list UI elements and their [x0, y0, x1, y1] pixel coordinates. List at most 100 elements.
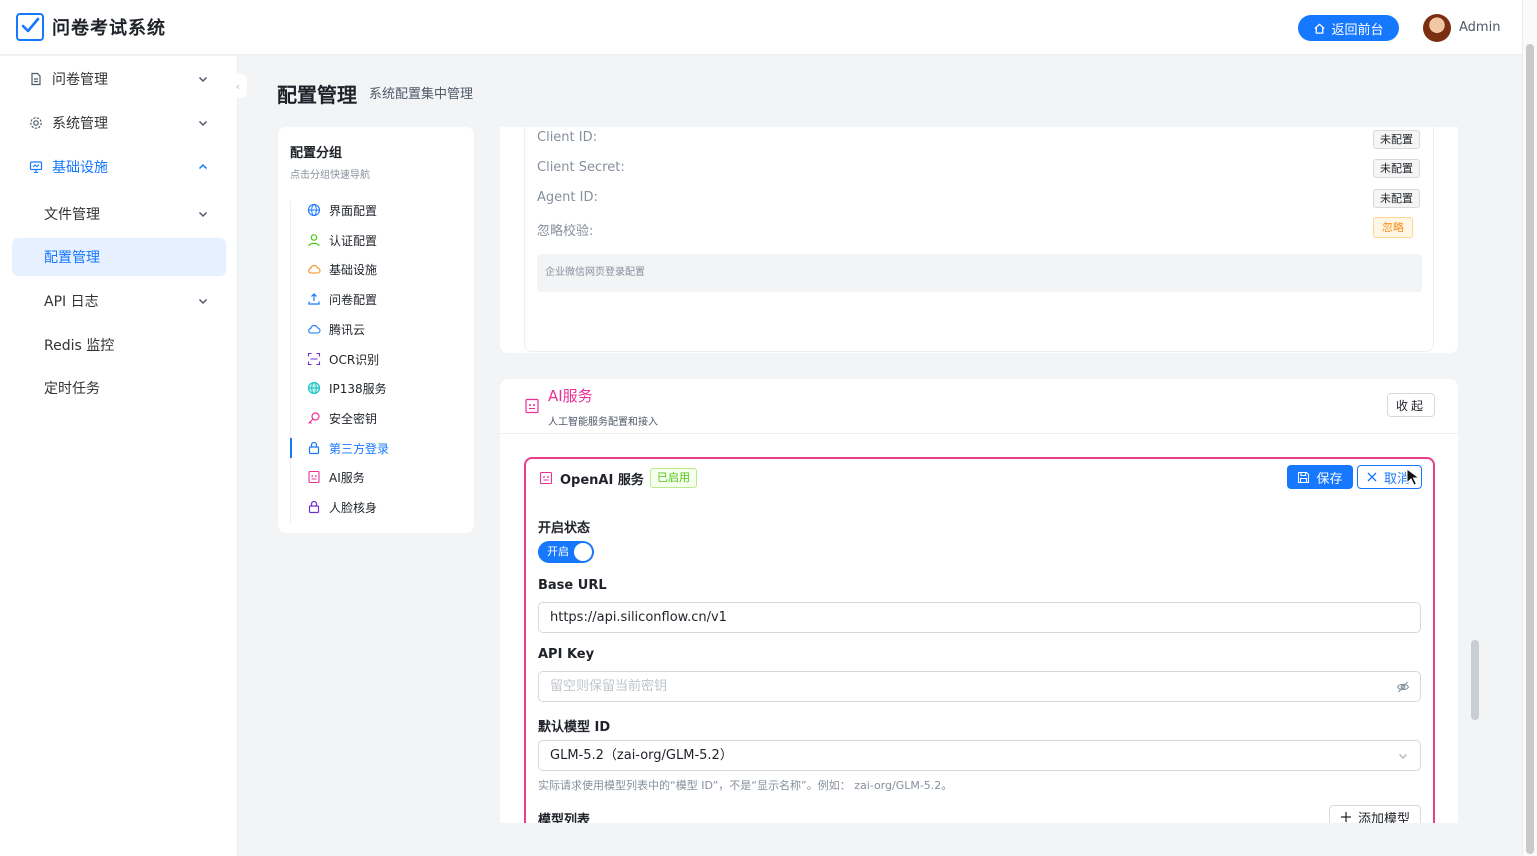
openai-service-card: OpenAI 服务 已启用 保存 取消 开启状态 开启 Base URL htt… [524, 457, 1435, 823]
group-item-tencent-cloud[interactable]: 腾讯云 [290, 316, 460, 342]
sidebar-item-config-management[interactable]: 配置管理 [12, 238, 226, 276]
group-item-infrastructure[interactable]: 基础设施 [290, 256, 460, 282]
config-content: Client ID: 未配置 Client Secret: 未配置 Agent … [486, 127, 1482, 823]
eye-off-icon[interactable] [1396, 680, 1410, 694]
robot-icon [525, 398, 539, 414]
sidebar-item-scheduled-tasks[interactable]: 定时任务 [12, 369, 226, 407]
group-item-label: 界面配置 [329, 203, 378, 218]
monitor-icon [28, 159, 44, 175]
upload-icon [307, 292, 321, 306]
page-scrollbar-thumb[interactable] [1526, 44, 1534, 854]
sidebar-item-label: API 日志 [44, 294, 99, 310]
default-model-label: 默认模型 ID [538, 720, 611, 735]
client-secret-label: Client Secret: [537, 160, 625, 175]
wechat-description: 企业微信网页登录配置 [537, 254, 1422, 292]
group-item-label: 认证配置 [329, 233, 378, 248]
ai-section-subtitle: 人工智能服务配置和接入 [548, 417, 658, 428]
add-model-button[interactable]: 添加模型 [1329, 805, 1421, 823]
group-item-label: 安全密钥 [329, 411, 378, 426]
sidebar-item-label: Redis 监控 [44, 338, 115, 354]
app-title: 问卷考试系统 [52, 18, 166, 39]
globe-icon [307, 381, 321, 395]
client-id-status: 未配置 [1373, 130, 1420, 149]
group-item-auth-config[interactable]: 认证配置 [290, 227, 460, 253]
group-item-ui-config[interactable]: 界面配置 [290, 197, 460, 223]
group-item-ip138[interactable]: IP138服务 [290, 375, 460, 401]
sidebar-item-questionnaire[interactable]: 问卷管理 [12, 60, 226, 98]
wechat-work-config: Client ID: 未配置 Client Secret: 未配置 Agent … [524, 127, 1434, 352]
robot-icon [307, 470, 321, 484]
top-bar: 问卷考试系统 返回前台 Admin [0, 0, 1522, 55]
mouse-cursor-icon [1406, 468, 1421, 486]
cloud-icon [307, 322, 321, 336]
toggle-text: 开启 [547, 545, 569, 558]
sidebar-item-label: 系统管理 [52, 116, 108, 132]
sidebar-collapse-handle[interactable]: ‹ [229, 74, 247, 98]
chevron-down-icon [198, 76, 208, 83]
sidebar-item-label: 基础设施 [52, 160, 108, 176]
openai-title: OpenAI 服务 [560, 473, 644, 488]
key-icon [307, 411, 321, 425]
group-item-label: 第三方登录 [329, 441, 390, 456]
user-icon [307, 233, 321, 247]
model-list-label: 模型列表 [538, 813, 591, 823]
chevron-down-icon [198, 298, 208, 305]
back-button-label: 返回前台 [1331, 22, 1384, 38]
group-item-third-party-login[interactable]: 第三方登录 [290, 435, 460, 461]
agent-id-label: Agent ID: [537, 190, 598, 205]
ai-section-title: AI服务 [548, 387, 593, 405]
page-title: 配置管理 [277, 83, 357, 107]
group-item-label: 人脸核身 [329, 500, 378, 515]
group-item-label: 腾讯云 [329, 322, 366, 337]
collapse-button[interactable]: 收起 [1387, 393, 1435, 417]
group-item-label: IP138服务 [329, 381, 387, 396]
content-scrollbar[interactable] [1471, 640, 1479, 720]
sidebar-item-api-log[interactable]: API 日志 [12, 282, 226, 320]
group-item-face-verification[interactable]: 人脸核身 [290, 494, 460, 520]
add-model-label: 添加模型 [1357, 811, 1410, 824]
third-party-login-card: Client ID: 未配置 Client Secret: 未配置 Agent … [500, 127, 1458, 353]
group-item-ai-service[interactable]: AI服务 [290, 464, 460, 490]
scan-icon [307, 352, 321, 366]
ai-service-card: AI服务 人工智能服务配置和接入 收起 OpenAI 服务 已启用 保存 取消 … [500, 379, 1458, 823]
sidebar-item-system[interactable]: 系统管理 [12, 104, 226, 142]
save-button[interactable]: 保存 [1287, 465, 1353, 489]
sidebar-item-infrastructure[interactable]: 基础设施 [12, 148, 226, 186]
chevron-down-icon [1399, 754, 1407, 759]
back-to-frontend-button[interactable]: 返回前台 [1298, 15, 1399, 41]
ignore-verify-status: 忽略 [1373, 217, 1413, 238]
close-icon [1367, 472, 1377, 482]
group-nav-hint: 点击分组快速导航 [290, 170, 370, 181]
group-item-security-key[interactable]: 安全密钥 [290, 405, 460, 431]
user-name[interactable]: Admin [1459, 20, 1500, 35]
enabled-toggle[interactable]: 开启 [538, 541, 594, 563]
page-subtitle: 系统配置集中管理 [369, 87, 474, 102]
group-item-questionnaire-config[interactable]: 问卷配置 [290, 286, 460, 312]
lock-icon [307, 441, 321, 455]
save-icon [1298, 471, 1310, 483]
avatar[interactable] [1423, 14, 1451, 42]
home-icon [1314, 23, 1326, 34]
default-model-value: GLM-5.2（zai-org/GLM-5.2） [550, 748, 733, 763]
base-url-label: Base URL [538, 578, 607, 593]
sidebar-item-label: 配置管理 [44, 250, 100, 266]
plus-icon [1340, 812, 1351, 822]
sidebar-item-file-management[interactable]: 文件管理 [12, 195, 226, 233]
ignore-verify-label: 忽略校验: [537, 224, 594, 239]
group-item-label: 问卷配置 [329, 292, 378, 307]
api-key-input[interactable]: 留空则保留当前密钥 [538, 671, 1421, 702]
base-url-input[interactable]: https://api.siliconflow.cn/v1 [538, 602, 1421, 633]
group-item-label: 基础设施 [329, 262, 378, 277]
status-badge: 已启用 [650, 468, 697, 488]
sidebar-item-label: 问卷管理 [52, 72, 108, 88]
gear-icon [28, 115, 44, 131]
default-model-select[interactable]: GLM-5.2（zai-org/GLM-5.2） [538, 740, 1421, 771]
lock-icon [307, 500, 321, 514]
group-item-label: OCR识别 [329, 352, 380, 367]
section-divider [500, 433, 1458, 434]
agent-id-status: 未配置 [1373, 189, 1420, 208]
robot-icon [539, 471, 553, 485]
group-item-ocr[interactable]: OCR识别 [290, 346, 460, 372]
sidebar-item-redis-monitor[interactable]: Redis 监控 [12, 326, 226, 364]
api-key-placeholder: 留空则保留当前密钥 [550, 679, 668, 694]
